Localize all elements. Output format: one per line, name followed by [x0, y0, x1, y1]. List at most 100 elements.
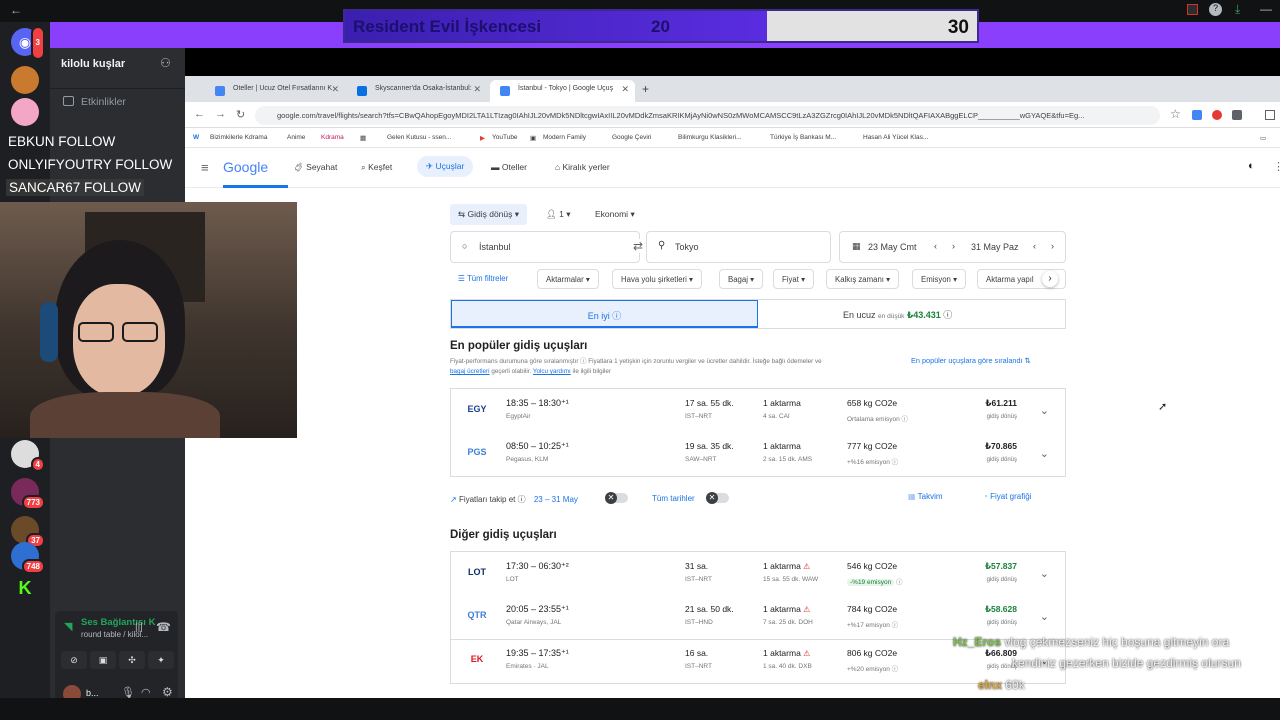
chevron-left-icon[interactable]: ‹ [1033, 241, 1036, 251]
discord-home-icon[interactable]: ◉ 3 [11, 26, 45, 60]
all-dates-toggle[interactable]: ✕ [706, 492, 729, 504]
sort-cheapest-tab[interactable]: En ucuz en düşük ₺43.431 ⓘ [843, 308, 952, 321]
bookmark-star-icon[interactable]: ☆ [1170, 107, 1181, 121]
calendar-button[interactable]: ▦ Takvim [908, 492, 943, 501]
bookmark[interactable]: Hasan Ali Yücel Klas... [863, 134, 928, 141]
close-icon[interactable]: ✕ [473, 84, 481, 95]
sort-best-tab[interactable]: En iyi ⓘ [451, 300, 758, 328]
apps-grid-icon[interactable]: ▦ [360, 134, 366, 142]
times-filter[interactable]: Kalkış zamanı ▾ [826, 269, 900, 289]
video-off-icon[interactable]: ⊘ [61, 651, 87, 669]
flight-row[interactable]: EGY 18:35 – 18:30⁺¹ EgyptAir 17 sa. 55 dk. I… [450, 388, 1066, 434]
download-icon[interactable]: ⤓ [1235, 2, 1240, 17]
return-date[interactable]: 31 May Paz [971, 242, 1019, 252]
extension-icon[interactable] [1192, 110, 1202, 120]
destination-field[interactable]: ⚲ Tokyo [646, 231, 831, 263]
nav-rentals[interactable]: ⌂ Kiralık yerler [555, 162, 610, 172]
close-icon[interactable]: ✕ [621, 84, 629, 95]
chevron-down-icon[interactable]: ⌄ [1040, 404, 1049, 417]
chevron-left-icon[interactable]: ‹ [934, 241, 937, 251]
bookmark[interactable]: Google Çeviri [612, 134, 651, 141]
inbox-icon[interactable] [1187, 4, 1198, 15]
server-icon[interactable]: 4 [11, 440, 45, 472]
bookmark-icon[interactable]: W [193, 134, 199, 141]
kick-icon[interactable]: K [11, 574, 39, 602]
flight-row[interactable]: LOT 17:30 – 06:30⁺² LOT 31 sa. IST–NRT 1 akta… [450, 551, 1066, 597]
minimize-icon[interactable]: — [1260, 2, 1272, 16]
bookmark[interactable]: Bilimkurgu Klasikleri... [678, 134, 742, 141]
browser-tab[interactable]: Skyscanner'da Osaka-İstanbul: ✕ [347, 80, 487, 102]
trip-type-select[interactable]: ⇆ Gidiş dönüş ▾ [450, 204, 528, 225]
events-link[interactable]: Etkinlikler [81, 96, 126, 108]
price-filter[interactable]: Fiyat ▾ [773, 269, 814, 289]
screen-share-icon[interactable]: ▣ [90, 651, 116, 669]
scroll-right-icon[interactable]: › [1042, 271, 1058, 287]
server-name[interactable]: kilolu kuşlar [61, 58, 125, 70]
bags-filter[interactable]: Bagaj ▾ [719, 269, 764, 289]
depart-date[interactable]: 23 May Cmt [868, 242, 917, 252]
server-icon[interactable]: 748 [11, 542, 45, 574]
bookmark[interactable]: Anime [287, 134, 305, 141]
airlines-filter[interactable]: Hava yolu şirketleri ▾ [612, 269, 702, 289]
bookmark[interactable]: Kdrama [321, 134, 344, 141]
new-tab-icon[interactable]: + [642, 82, 649, 96]
server-icon[interactable] [11, 98, 39, 126]
flight-row[interactable]: QTR 20:05 – 23:55⁺¹ Qatar Airways, JAL 21 s… [450, 596, 1066, 640]
nav-explore[interactable]: ⌕ Keşfet [361, 162, 392, 173]
menu-icon[interactable]: ≡ [201, 160, 209, 175]
track-dates-toggle[interactable]: ✕ [605, 492, 628, 504]
passenger-select[interactable]: 👤︎ 1 ▾ [546, 209, 571, 220]
nav-travel[interactable]: 🧳︎ Seyahat [293, 162, 337, 173]
extension-icon[interactable] [1212, 110, 1222, 120]
disconnect-icon[interactable]: ☎ [156, 620, 171, 634]
server-icon[interactable]: 37 [11, 516, 45, 548]
settings-gear-icon[interactable]: ⚙ [162, 685, 173, 699]
bookmark[interactable]: Türkiye İş Bankası M... [770, 134, 836, 141]
nav-flights[interactable]: ✈ Uçuşlar [417, 156, 474, 177]
back-icon[interactable]: ← [194, 108, 205, 120]
date-field[interactable]: ▦ 23 May Cmt ‹ › 31 May Paz ‹ › [839, 231, 1066, 263]
soundboard-icon[interactable]: ✦ [148, 651, 174, 669]
url-field[interactable]: google.com/travel/flights/search?tfs=CBw… [255, 106, 1160, 125]
sidebar-icon[interactable] [1265, 110, 1275, 120]
passenger-assistance-link[interactable]: Yolcu yardımı [533, 368, 571, 375]
all-filters-button[interactable]: ☰ Tüm filtreler [450, 269, 517, 289]
close-icon[interactable]: ✕ [331, 84, 339, 95]
browser-tab[interactable]: Oteller | Ucuz Otel Fırsatlarını K ✕ [205, 80, 345, 102]
chevron-down-icon[interactable]: ⌄ [1040, 610, 1049, 623]
flight-row[interactable]: PGS 08:50 – 10:25⁺¹ Pegasus, KLM 19 sa. 35 … [450, 433, 1066, 477]
stops-filter[interactable]: Aktarmalar ▾ [537, 269, 599, 289]
chevron-down-icon[interactable]: ⌄ [1040, 447, 1049, 460]
bookmark[interactable]: Bizimkilerle Kdrama [210, 134, 267, 141]
bookmark[interactable]: YouTube [492, 134, 518, 141]
dark-mode-icon[interactable]: ◐ [1248, 160, 1255, 172]
folder-icon[interactable]: ▭ [1260, 134, 1266, 142]
noise-icon[interactable]: ||| [135, 622, 143, 633]
chevron-down-icon[interactable]: ⌄ [1040, 567, 1049, 580]
username[interactable]: b... [86, 688, 99, 698]
voice-status[interactable]: Ses Bağlantısı K [81, 617, 155, 628]
price-graph-button[interactable]: ◔ Fiyat grafiği [983, 492, 1031, 501]
bookmark[interactable]: Gelen Kutusu - ssen... [387, 134, 451, 141]
cabin-select[interactable]: Ekonomi ▾ [595, 209, 635, 220]
back-arrow-icon[interactable]: ← [10, 3, 22, 17]
activity-icon[interactable]: ✣ [119, 651, 145, 669]
help-icon[interactable]: ? [1209, 3, 1222, 16]
bag-fees-link[interactable]: bagaj ücretleri [450, 368, 490, 375]
bookmark[interactable]: Modern Family [543, 134, 586, 141]
origin-field[interactable]: ○ İstanbul [450, 231, 640, 263]
chevron-right-icon[interactable]: › [952, 241, 955, 251]
more-icon[interactable]: ⋮ [1273, 160, 1280, 173]
extension-icon[interactable] [1232, 110, 1242, 120]
browser-tab-active[interactable]: İstanbul - Tokyo | Google Uçuş ✕ [490, 80, 635, 102]
nav-hotels[interactable]: ▬ Oteller [491, 162, 527, 172]
forward-icon[interactable]: → [215, 108, 226, 120]
server-icon[interactable] [11, 66, 39, 94]
google-logo[interactable]: Google [223, 159, 268, 175]
emissions-filter[interactable]: Emisyon ▾ [912, 269, 966, 289]
sorted-by-button[interactable]: En popüler uçuşlara göre sıralandı ⇅ [911, 356, 1031, 365]
server-icon[interactable]: 773 [11, 478, 45, 510]
swap-icon[interactable]: ⇄ [633, 239, 644, 253]
chevron-right-icon[interactable]: › [1051, 241, 1054, 251]
add-member-icon[interactable]: ⚇ [160, 56, 171, 70]
